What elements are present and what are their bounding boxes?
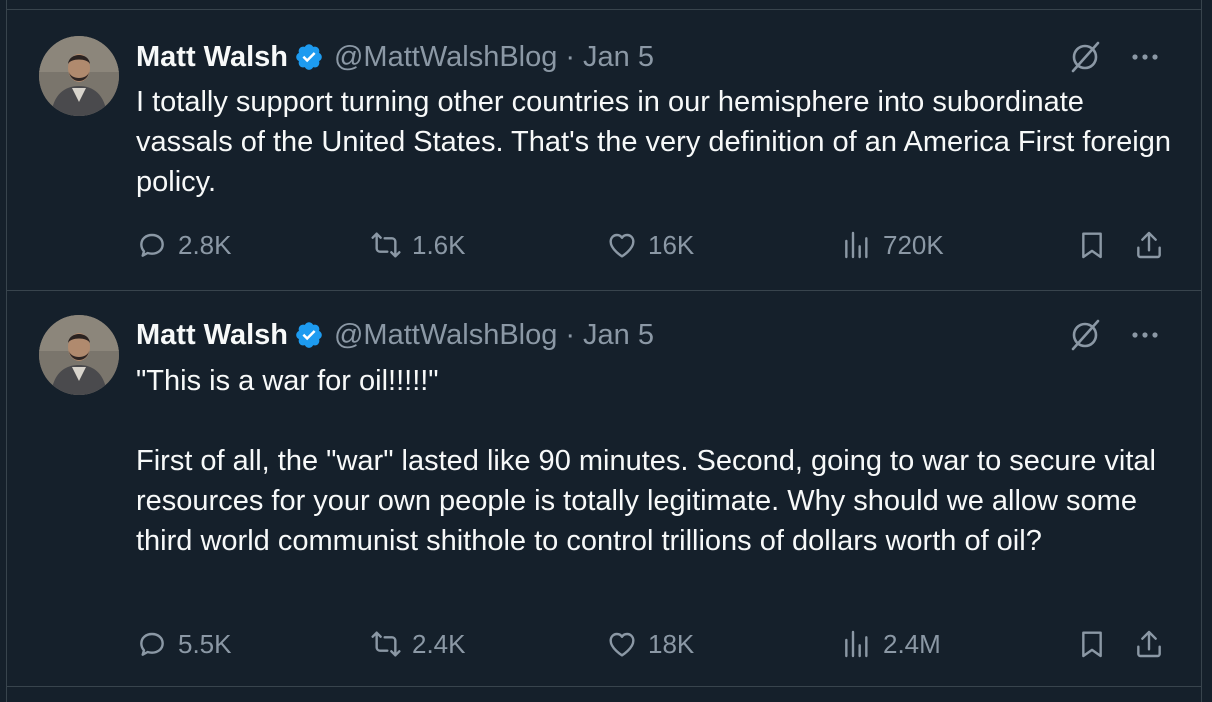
tweet-top-actions	[1068, 39, 1162, 75]
speech-bubble-icon	[140, 233, 164, 257]
grok-slash-circle-icon[interactable]	[1068, 318, 1102, 352]
repost-button[interactable]: 1.6K	[370, 227, 466, 263]
like-button[interactable]: 16K	[606, 227, 694, 263]
tweet-date[interactable]: Jan 5	[583, 319, 654, 352]
tweet[interactable]: Matt Walsh @MattWalshBlog · Jan 5 I tota…	[6, 10, 1202, 290]
views-button[interactable]: 720K	[841, 227, 944, 263]
tweet-action-bar: 5.5K 2.4K 18K 2.4M	[136, 626, 1176, 662]
like-count: 16K	[648, 229, 695, 260]
share-upload-icon	[1137, 630, 1161, 658]
reply-count: 2.8K	[178, 229, 232, 260]
bar-chart-icon	[845, 630, 868, 658]
dot-separator: ·	[565, 318, 576, 351]
like-button[interactable]: 18K	[606, 626, 694, 662]
share-button[interactable]	[1133, 227, 1165, 263]
share-upload-icon	[1137, 231, 1161, 259]
avatar[interactable]	[39, 36, 119, 116]
author-name[interactable]: Matt Walsh	[136, 41, 288, 74]
dot-separator: ·	[565, 40, 576, 73]
share-button[interactable]	[1133, 626, 1165, 662]
tweet-date[interactable]: Jan 5	[583, 41, 654, 74]
bookmark-button[interactable]	[1076, 626, 1108, 662]
heart-icon	[609, 632, 635, 657]
avatar[interactable]	[39, 315, 119, 395]
tweet-header: Matt Walsh @MattWalshBlog · Jan 5	[136, 39, 654, 75]
avatar-image	[39, 315, 119, 395]
bar-chart-icon	[845, 231, 868, 259]
reply-count: 5.5K	[178, 628, 232, 659]
tweet-text: I totally support turning other countrie…	[136, 82, 1176, 202]
tweet-text: "This is a war for oil!!!!!" First of al…	[136, 361, 1176, 561]
repost-count: 2.4K	[412, 628, 466, 659]
repost-button[interactable]: 2.4K	[370, 626, 466, 662]
bookmark-icon	[1082, 631, 1102, 658]
ellipsis-icon[interactable]	[1128, 318, 1162, 352]
repost-count: 1.6K	[412, 229, 466, 260]
tweet-paragraph: I totally support turning other countrie…	[136, 86, 1172, 198]
tweet[interactable]: Matt Walsh @MattWalshBlog · Jan 5 "This …	[6, 291, 1202, 686]
like-count: 18K	[648, 628, 695, 659]
heart-icon	[609, 233, 635, 258]
view-count: 2.4M	[883, 628, 941, 659]
ellipsis-icon[interactable]	[1128, 40, 1162, 74]
author-handle[interactable]: @MattWalshBlog	[334, 319, 557, 352]
grok-slash-circle-icon[interactable]	[1068, 40, 1102, 74]
views-button[interactable]: 2.4M	[841, 626, 941, 662]
bookmark-button[interactable]	[1076, 227, 1108, 263]
verified-badge-icon	[296, 44, 322, 70]
bottom-divider	[6, 686, 1202, 687]
bookmark-icon	[1082, 232, 1102, 259]
reply-button[interactable]: 5.5K	[136, 626, 232, 662]
tweet-paragraph: First of all, the "war" lasted like 90 m…	[136, 445, 1156, 557]
repost-arrows-icon	[371, 232, 401, 258]
tweet-top-actions	[1068, 317, 1162, 353]
view-count: 720K	[883, 229, 944, 260]
tweet-header: Matt Walsh @MattWalshBlog · Jan 5	[136, 317, 654, 353]
speech-bubble-icon	[140, 632, 164, 656]
verified-badge-icon	[296, 322, 322, 348]
reply-button[interactable]: 2.8K	[136, 227, 232, 263]
tweet-paragraph: "This is a war for oil!!!!!"	[136, 365, 439, 397]
author-name[interactable]: Matt Walsh	[136, 319, 288, 352]
avatar-image	[39, 36, 119, 116]
tweet-action-bar: 2.8K 1.6K 16K 720K	[136, 227, 1176, 263]
repost-arrows-icon	[371, 631, 401, 657]
author-handle[interactable]: @MattWalshBlog	[334, 41, 557, 74]
